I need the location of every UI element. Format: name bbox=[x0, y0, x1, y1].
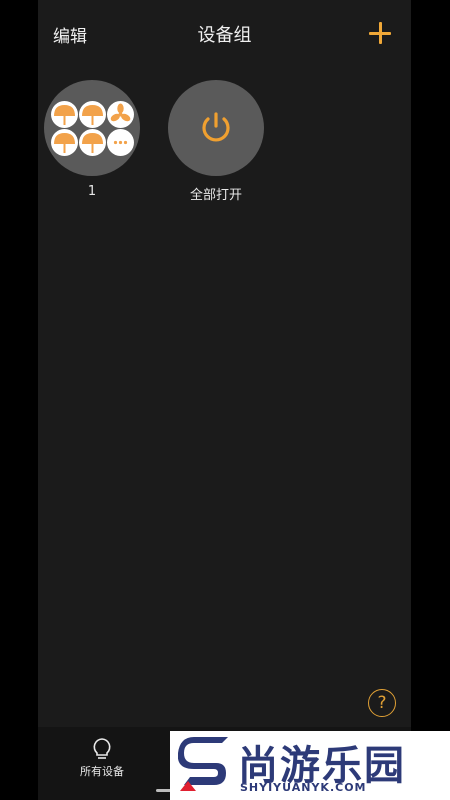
fan-icon bbox=[107, 101, 134, 128]
watermark-subtext: SHYIYUANYK.COM bbox=[240, 781, 367, 794]
tab-all-devices[interactable]: 所有设备 bbox=[60, 737, 144, 779]
group-label: 1 bbox=[87, 184, 97, 199]
device-group-all-on[interactable]: 全部打开 bbox=[168, 80, 264, 203]
lamp-icon bbox=[51, 101, 78, 128]
watermark-logo-icon bbox=[178, 737, 228, 791]
add-icon[interactable] bbox=[369, 22, 391, 44]
lamp-icon bbox=[79, 129, 106, 156]
group-thumbnail bbox=[44, 80, 140, 176]
tab-label: 所有设备 bbox=[80, 765, 124, 778]
header: 编辑 设备组 bbox=[38, 0, 411, 70]
app-screen: 编辑 设备组 1 全部打开 ? 所有设备 bbox=[38, 0, 411, 800]
power-icon bbox=[202, 112, 230, 142]
more-icon bbox=[107, 129, 134, 156]
group-thumbnail bbox=[168, 80, 264, 176]
help-icon[interactable]: ? bbox=[368, 689, 396, 717]
group-label: 全部打开 bbox=[189, 188, 242, 203]
page-title: 设备组 bbox=[197, 25, 252, 46]
bulb-icon bbox=[93, 738, 111, 759]
lamp-icon bbox=[51, 129, 78, 156]
device-group-1[interactable]: 1 bbox=[44, 80, 140, 199]
lamp-icon bbox=[79, 101, 106, 128]
watermark: 尚游乐园 SHYIYUANYK.COM bbox=[170, 731, 450, 800]
